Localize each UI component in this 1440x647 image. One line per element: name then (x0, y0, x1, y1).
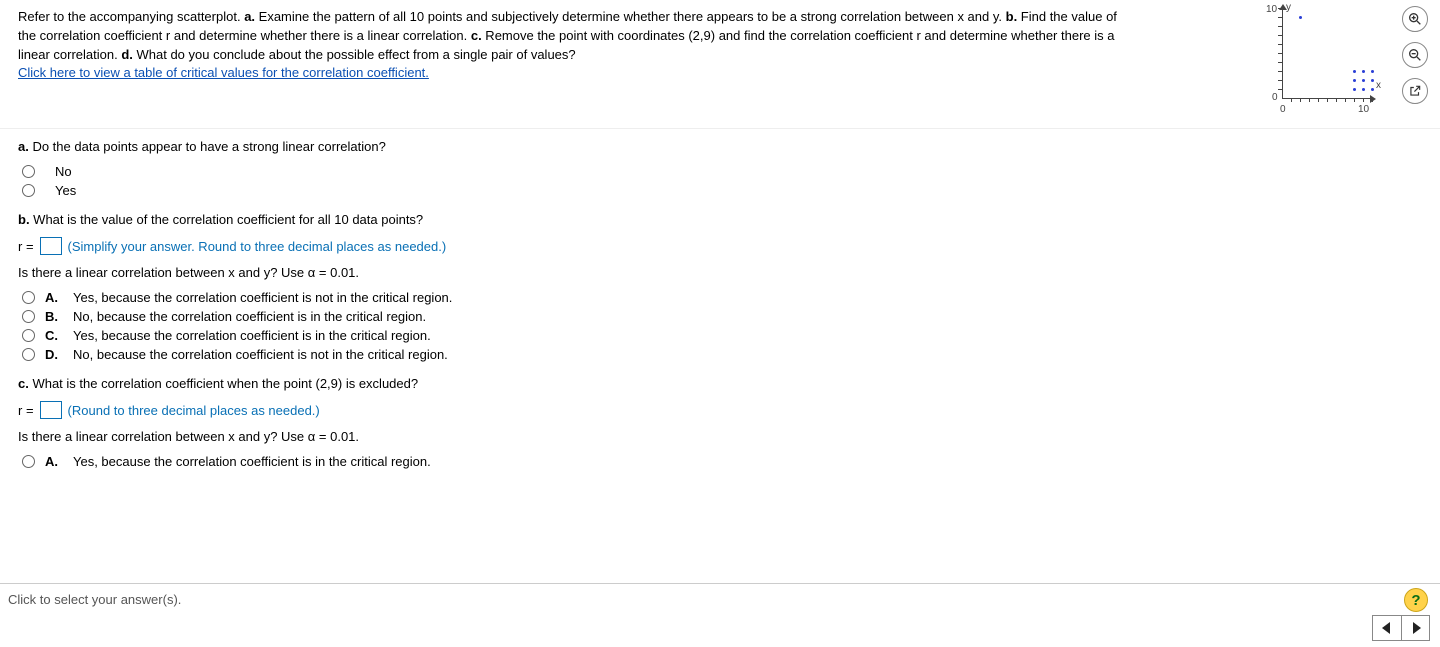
scatter-point (1362, 70, 1365, 73)
help-icon: ? (1411, 592, 1420, 609)
zoom-out-icon[interactable] (1402, 42, 1428, 68)
part-b-r-input[interactable] (40, 237, 62, 255)
part-b-hint: (Simplify your answer. Round to three de… (68, 239, 447, 254)
part-c-subquestion: Is there a linear correlation between x … (18, 429, 1422, 444)
part-a-option-yes[interactable]: Yes (22, 183, 1422, 198)
part-b-option-b[interactable]: B. No, because the correlation coefficien… (22, 309, 1422, 324)
option-letter: C. (45, 328, 63, 343)
scatter-point (1362, 88, 1365, 91)
critical-values-link[interactable]: Click here to view a table of critical v… (18, 65, 429, 80)
part-c-heading: c. What is the correlation coefficient w… (18, 376, 1422, 391)
zoom-in-icon[interactable] (1402, 6, 1428, 32)
radio-icon (22, 455, 35, 468)
scatter-point (1371, 88, 1374, 91)
part-b-option-a[interactable]: A. Yes, because the correlation coefficie… (22, 290, 1422, 305)
x-min-label: 0 (1280, 104, 1286, 115)
part-b-option-d[interactable]: D. No, because the correlation coefficien… (22, 347, 1422, 362)
radio-icon (22, 291, 35, 304)
scatter-point (1353, 79, 1356, 82)
scatterplot: y x 10 0 0 10 (1272, 6, 1382, 106)
scatter-point (1353, 70, 1356, 73)
part-c-hint: (Round to three decimal places as needed… (68, 403, 320, 418)
part-a-option-no[interactable]: No (22, 164, 1422, 179)
part-a-heading: a. Do the data points appear to have a s… (18, 139, 1422, 154)
scatter-point (1299, 16, 1302, 19)
radio-icon (22, 184, 35, 197)
option-letter: B. (45, 309, 63, 324)
scatter-point (1371, 70, 1374, 73)
next-button[interactable] (1401, 616, 1429, 640)
scatter-point (1371, 79, 1374, 82)
x-max-label: 10 (1358, 104, 1369, 115)
radio-icon (22, 310, 35, 323)
prev-button[interactable] (1373, 616, 1401, 640)
option-letter: A. (45, 454, 63, 469)
option-text: Yes, because the correlation coefficient… (73, 290, 452, 305)
part-b-option-c[interactable]: C. Yes, because the correlation coefficie… (22, 328, 1422, 343)
footer-bar: Click to select your answer(s). ? (0, 583, 1440, 647)
part-c-r-input[interactable] (40, 401, 62, 419)
option-letter: D. (45, 347, 63, 362)
help-button[interactable]: ? (1404, 588, 1428, 612)
option-text: No, because the correlation coefficient … (73, 309, 426, 324)
part-b-subquestion: Is there a linear correlation between x … (18, 265, 1422, 280)
y-axis-label: y (1286, 2, 1291, 13)
question-body: a. Do the data points appear to have a s… (0, 128, 1440, 579)
part-b-heading: b. What is the value of the correlation … (18, 212, 1422, 227)
footer-instruction: Click to select your answer(s). (8, 592, 181, 607)
question-prompt: Refer to the accompanying scatterplot. a… (18, 8, 1130, 65)
radio-icon (22, 348, 35, 361)
scatter-point (1353, 88, 1356, 91)
option-text: Yes, because the correlation coefficient… (73, 328, 431, 343)
option-text: No, because the correlation coefficient … (73, 347, 448, 362)
radio-icon (22, 165, 35, 178)
radio-icon (22, 329, 35, 342)
r-equals-label: r = (18, 239, 34, 254)
open-external-icon[interactable] (1402, 78, 1428, 104)
scatter-point (1362, 79, 1365, 82)
part-c-option-a[interactable]: A. Yes, because the correlation coefficie… (22, 454, 1422, 469)
x-axis-label: x (1376, 80, 1381, 91)
option-letter: A. (45, 290, 63, 305)
y-min-label: 0 (1272, 92, 1278, 103)
option-text: Yes, because the correlation coefficient… (73, 454, 431, 469)
r-equals-label: r = (18, 403, 34, 418)
y-max-label: 10 (1266, 4, 1277, 15)
